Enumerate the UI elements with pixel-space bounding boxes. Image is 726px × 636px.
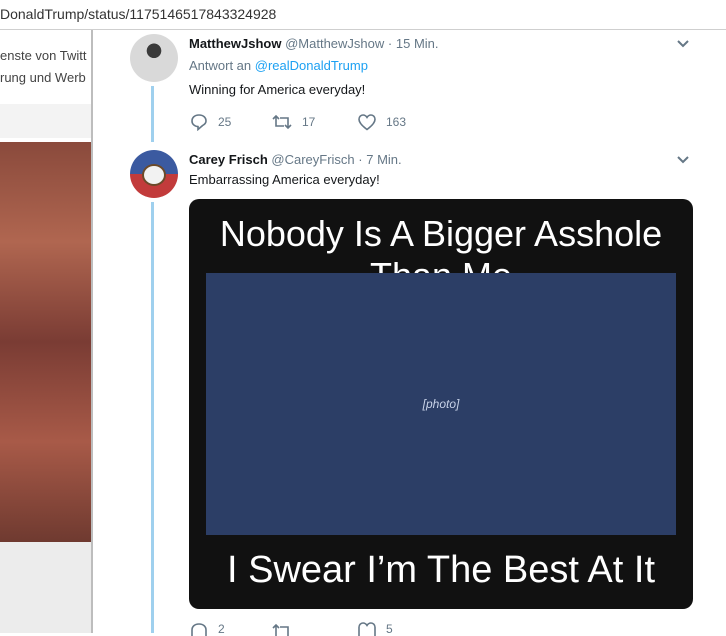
placeholder-note: [photo] <box>422 397 460 411</box>
left-panel-footer <box>0 542 91 633</box>
tweet-header: MatthewJshow @MatthewJshow · 15 Min. <box>189 36 439 51</box>
left-divider-band <box>0 104 91 138</box>
timestamp[interactable]: 15 Min. <box>396 36 439 51</box>
chevron-down-icon[interactable] <box>676 153 690 167</box>
retweet-count: 17 <box>302 115 316 129</box>
chevron-down-icon[interactable] <box>676 37 690 51</box>
like-count: 163 <box>386 115 407 129</box>
reply-count: 2 <box>218 622 225 636</box>
background-crowd-photo <box>0 142 91 542</box>
user-handle[interactable]: @MatthewJshow <box>285 36 384 51</box>
reply-button[interactable]: 2 <box>190 622 252 636</box>
separator: · <box>358 152 363 167</box>
like-button[interactable]: 5 <box>358 622 393 636</box>
reply-icon <box>191 114 207 131</box>
display-name[interactable]: MatthewJshow <box>189 36 281 51</box>
notice-line-2: rung und Werb <box>0 70 86 85</box>
like-count: 5 <box>386 622 393 636</box>
eagle-avatar-graphic <box>142 164 166 186</box>
retweet-icon <box>272 623 289 636</box>
reply-button[interactable]: 25 <box>190 113 252 131</box>
tweet-text: Embarrassing America everyday! <box>189 172 380 187</box>
like-icon <box>358 622 376 636</box>
display-name[interactable]: Carey Frisch <box>189 152 268 167</box>
like-icon <box>358 113 376 131</box>
media-photo-placeholder: [photo] <box>206 273 676 535</box>
retweet-button[interactable]: 17 <box>272 113 338 131</box>
thread-line <box>151 202 154 633</box>
left-panel: enste von Twitt rung und Werb <box>0 30 91 633</box>
like-button[interactable]: 163 <box>358 113 407 131</box>
retweet-icon <box>272 114 292 130</box>
reply-context: Antwort an @realDonaldTrump <box>189 58 368 73</box>
separator: · <box>387 36 393 51</box>
reply-icon <box>191 623 207 636</box>
user-handle[interactable]: @CareyFrisch <box>271 152 354 167</box>
reply-count: 25 <box>218 115 232 129</box>
panel-divider <box>91 30 93 633</box>
sidebar-notice: enste von Twitt rung und Werb <box>0 30 91 104</box>
reply-prefix: Antwort an <box>189 58 252 73</box>
media-bottom-caption: I Swear I’m The Best At It <box>226 549 656 591</box>
reply-mention-link[interactable]: @realDonaldTrump <box>255 58 368 73</box>
tweet-actions: 2 5 <box>190 622 413 636</box>
url-text[interactable]: DonaldTrump/status/1175146517843324928 <box>0 6 276 22</box>
tweet-header: Carey Frisch @CareyFrisch · 7 Min. <box>189 152 402 167</box>
tweet-actions: 25 17 163 <box>190 112 426 132</box>
avatar[interactable] <box>130 150 178 198</box>
tweet-text: Winning for America everyday! <box>189 82 366 97</box>
retweet-button[interactable] <box>272 622 338 636</box>
avatar[interactable] <box>130 34 178 82</box>
browser-address-bar[interactable]: DonaldTrump/status/1175146517843324928 <box>0 0 726 30</box>
timestamp[interactable]: 7 Min. <box>366 152 401 167</box>
thread-line <box>151 86 154 142</box>
tweet-media-image[interactable]: Nobody Is A Bigger Asshole Than Me [phot… <box>189 199 693 609</box>
notice-line-1: enste von Twitt <box>0 48 87 63</box>
